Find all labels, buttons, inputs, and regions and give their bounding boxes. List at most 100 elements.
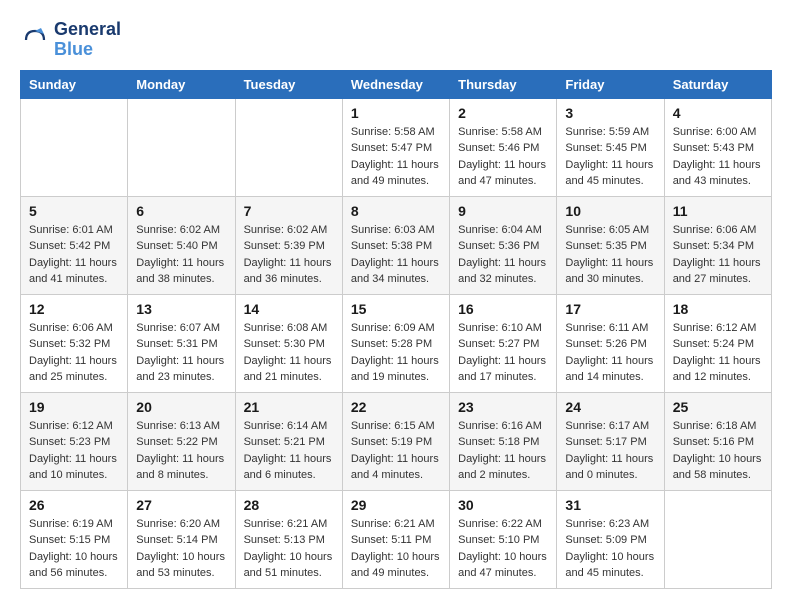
calendar-week-row: 1 Sunrise: 5:58 AMSunset: 5:47 PMDaylight…	[21, 98, 772, 196]
calendar-cell: 30 Sunrise: 6:22 AMSunset: 5:10 PMDayligh…	[450, 490, 557, 588]
day-info: Sunrise: 6:12 AMSunset: 5:24 PMDaylight:…	[673, 320, 763, 386]
calendar-cell	[664, 490, 771, 588]
calendar-cell: 16Sunrise: 6:10 AMSunset: 5:27 PMDayligh…	[450, 294, 557, 392]
day-number: 19	[29, 399, 119, 415]
day-number: 20	[136, 399, 226, 415]
logo-icon	[20, 25, 50, 55]
day-info: Sunrise: 5:59 AMSunset: 5:45 PMDaylight:…	[565, 124, 655, 190]
day-number: 1	[351, 105, 441, 121]
day-number: 25	[673, 399, 763, 415]
day-number: 13	[136, 301, 226, 317]
day-info: Sunrise: 6:17 AMSunset: 5:17 PMDaylight:…	[565, 418, 655, 484]
day-number: 2	[458, 105, 548, 121]
calendar-cell: 17 Sunrise: 6:11 AMSunset: 5:26 PMDayligh…	[557, 294, 664, 392]
day-number: 30	[458, 497, 548, 513]
calendar-cell: 14 Sunrise: 6:08 AMSunset: 5:30 PMDayligh…	[235, 294, 342, 392]
day-info: Sunrise: 6:05 AMSunset: 5:35 PMDaylight:…	[565, 222, 655, 288]
calendar-cell: 9 Sunrise: 6:04 AMSunset: 5:36 PMDaylight…	[450, 196, 557, 294]
logo: General Blue	[20, 20, 121, 60]
day-number: 26	[29, 497, 119, 513]
day-number: 5	[29, 203, 119, 219]
day-info: Sunrise: 6:08 AMSunset: 5:30 PMDaylight:…	[244, 320, 334, 386]
calendar-cell: 10 Sunrise: 6:05 AMSunset: 5:35 PMDayligh…	[557, 196, 664, 294]
calendar-cell: 19 Sunrise: 6:12 AMSunset: 5:23 PMDayligh…	[21, 392, 128, 490]
calendar-cell: 18 Sunrise: 6:12 AMSunset: 5:24 PMDayligh…	[664, 294, 771, 392]
calendar-cell: 3 Sunrise: 5:59 AMSunset: 5:45 PMDaylight…	[557, 98, 664, 196]
day-number: 3	[565, 105, 655, 121]
day-info: Sunrise: 6:14 AMSunset: 5:21 PMDaylight:…	[244, 418, 334, 484]
day-of-week-header: Sunday	[21, 70, 128, 98]
calendar-cell: 29Sunrise: 6:21 AMSunset: 5:11 PMDayligh…	[342, 490, 449, 588]
calendar-cell: 21Sunrise: 6:14 AMSunset: 5:21 PMDayligh…	[235, 392, 342, 490]
day-info: Sunrise: 6:22 AMSunset: 5:10 PMDaylight:…	[458, 516, 548, 582]
day-info: Sunrise: 6:04 AMSunset: 5:36 PMDaylight:…	[458, 222, 548, 288]
day-number: 28	[244, 497, 334, 513]
calendar: SundayMondayTuesdayWednesdayThursdayFrid…	[20, 70, 772, 589]
logo-text: General Blue	[54, 20, 121, 60]
calendar-cell: 28 Sunrise: 6:21 AMSunset: 5:13 PMDayligh…	[235, 490, 342, 588]
calendar-cell: 26 Sunrise: 6:19 AMSunset: 5:15 PMDayligh…	[21, 490, 128, 588]
day-number: 6	[136, 203, 226, 219]
day-info: Sunrise: 6:20 AMSunset: 5:14 PMDaylight:…	[136, 516, 226, 582]
calendar-cell: 12Sunrise: 6:06 AMSunset: 5:32 PMDayligh…	[21, 294, 128, 392]
calendar-header-row: SundayMondayTuesdayWednesdayThursdayFrid…	[21, 70, 772, 98]
day-info: Sunrise: 6:09 AMSunset: 5:28 PMDaylight:…	[351, 320, 441, 386]
day-info: Sunrise: 5:58 AMSunset: 5:46 PMDaylight:…	[458, 124, 548, 190]
day-info: Sunrise: 6:12 AMSunset: 5:23 PMDaylight:…	[29, 418, 119, 484]
calendar-cell: 2 Sunrise: 5:58 AMSunset: 5:46 PMDaylight…	[450, 98, 557, 196]
calendar-cell: 24 Sunrise: 6:17 AMSunset: 5:17 PMDayligh…	[557, 392, 664, 490]
calendar-week-row: 19 Sunrise: 6:12 AMSunset: 5:23 PMDayligh…	[21, 392, 772, 490]
day-info: Sunrise: 6:06 AMSunset: 5:34 PMDaylight:…	[673, 222, 763, 288]
calendar-week-row: 5 Sunrise: 6:01 AMSunset: 5:42 PMDaylight…	[21, 196, 772, 294]
calendar-cell: 13 Sunrise: 6:07 AMSunset: 5:31 PMDayligh…	[128, 294, 235, 392]
day-number: 8	[351, 203, 441, 219]
day-info: Sunrise: 6:16 AMSunset: 5:18 PMDaylight:…	[458, 418, 548, 484]
calendar-cell: 4Sunrise: 6:00 AMSunset: 5:43 PMDaylight…	[664, 98, 771, 196]
day-number: 31	[565, 497, 655, 513]
day-info: Sunrise: 6:13 AMSunset: 5:22 PMDaylight:…	[136, 418, 226, 484]
calendar-cell	[128, 98, 235, 196]
day-number: 10	[565, 203, 655, 219]
day-info: Sunrise: 6:18 AMSunset: 5:16 PMDaylight:…	[673, 418, 763, 484]
calendar-cell	[21, 98, 128, 196]
day-number: 17	[565, 301, 655, 317]
day-number: 22	[351, 399, 441, 415]
day-number: 7	[244, 203, 334, 219]
day-info: Sunrise: 6:01 AMSunset: 5:42 PMDaylight:…	[29, 222, 119, 288]
calendar-cell: 15 Sunrise: 6:09 AMSunset: 5:28 PMDayligh…	[342, 294, 449, 392]
day-number: 27	[136, 497, 226, 513]
calendar-cell: 6 Sunrise: 6:02 AMSunset: 5:40 PMDaylight…	[128, 196, 235, 294]
day-info: Sunrise: 6:02 AMSunset: 5:39 PMDaylight:…	[244, 222, 334, 288]
calendar-cell	[235, 98, 342, 196]
day-info: Sunrise: 6:21 AMSunset: 5:13 PMDaylight:…	[244, 516, 334, 582]
day-info: Sunrise: 5:58 AMSunset: 5:47 PMDaylight:…	[351, 124, 441, 190]
day-number: 29	[351, 497, 441, 513]
day-of-week-header: Thursday	[450, 70, 557, 98]
day-of-week-header: Friday	[557, 70, 664, 98]
calendar-cell: 31Sunrise: 6:23 AMSunset: 5:09 PMDayligh…	[557, 490, 664, 588]
calendar-cell: 7 Sunrise: 6:02 AMSunset: 5:39 PMDaylight…	[235, 196, 342, 294]
page-header: General Blue	[20, 20, 772, 60]
day-number: 24	[565, 399, 655, 415]
day-number: 16	[458, 301, 548, 317]
day-number: 15	[351, 301, 441, 317]
calendar-cell: 1 Sunrise: 5:58 AMSunset: 5:47 PMDaylight…	[342, 98, 449, 196]
calendar-cell: 22Sunrise: 6:15 AMSunset: 5:19 PMDayligh…	[342, 392, 449, 490]
day-of-week-header: Tuesday	[235, 70, 342, 98]
day-number: 4	[673, 105, 763, 121]
day-of-week-header: Saturday	[664, 70, 771, 98]
day-number: 18	[673, 301, 763, 317]
calendar-week-row: 12Sunrise: 6:06 AMSunset: 5:32 PMDayligh…	[21, 294, 772, 392]
calendar-cell: 27 Sunrise: 6:20 AMSunset: 5:14 PMDayligh…	[128, 490, 235, 588]
day-of-week-header: Wednesday	[342, 70, 449, 98]
day-number: 12	[29, 301, 119, 317]
day-info: Sunrise: 6:07 AMSunset: 5:31 PMDaylight:…	[136, 320, 226, 386]
day-of-week-header: Monday	[128, 70, 235, 98]
day-info: Sunrise: 6:19 AMSunset: 5:15 PMDaylight:…	[29, 516, 119, 582]
day-number: 9	[458, 203, 548, 219]
calendar-cell: 11Sunrise: 6:06 AMSunset: 5:34 PMDayligh…	[664, 196, 771, 294]
day-info: Sunrise: 6:02 AMSunset: 5:40 PMDaylight:…	[136, 222, 226, 288]
day-number: 14	[244, 301, 334, 317]
calendar-cell: 23Sunrise: 6:16 AMSunset: 5:18 PMDayligh…	[450, 392, 557, 490]
day-info: Sunrise: 6:11 AMSunset: 5:26 PMDaylight:…	[565, 320, 655, 386]
